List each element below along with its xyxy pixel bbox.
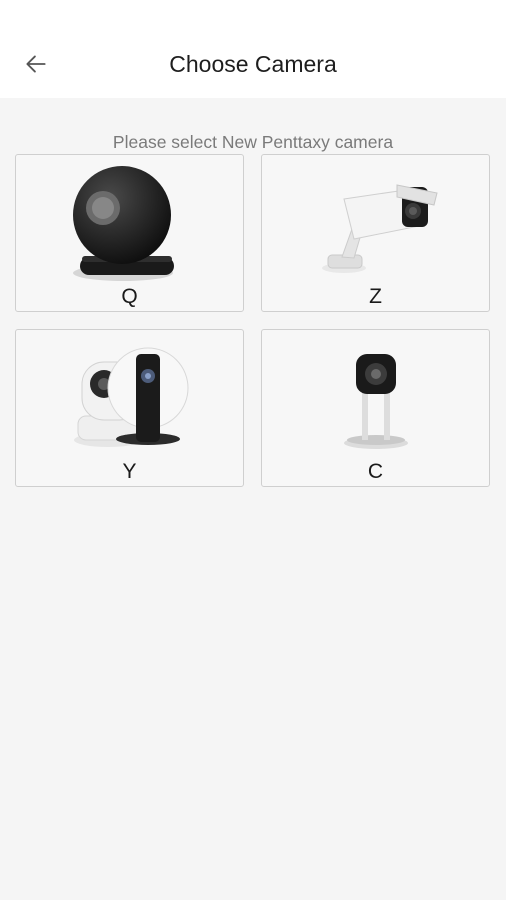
camera-option-c[interactable]: C <box>261 329 490 487</box>
camera-option-y[interactable]: Y <box>15 329 244 487</box>
instruction-text: Please select New Penttaxy camera <box>112 132 394 152</box>
white-bullet-camera-image <box>322 184 438 273</box>
pan-tilt-and-round-cameras-image <box>74 347 189 447</box>
camera-label: Q <box>121 285 138 308</box>
camera-label: Y <box>122 460 137 483</box>
page-title: Choose Camera <box>169 51 337 77</box>
black-sphere-camera-image <box>73 166 174 281</box>
camera-option-z[interactable]: Z <box>261 154 490 312</box>
camera-label: C <box>367 460 384 483</box>
camera-label: Z <box>369 285 382 308</box>
stand-mounted-camera-image <box>344 354 408 449</box>
camera-option-q[interactable]: Q <box>15 154 244 312</box>
app-header: Choose Camera <box>0 0 506 98</box>
